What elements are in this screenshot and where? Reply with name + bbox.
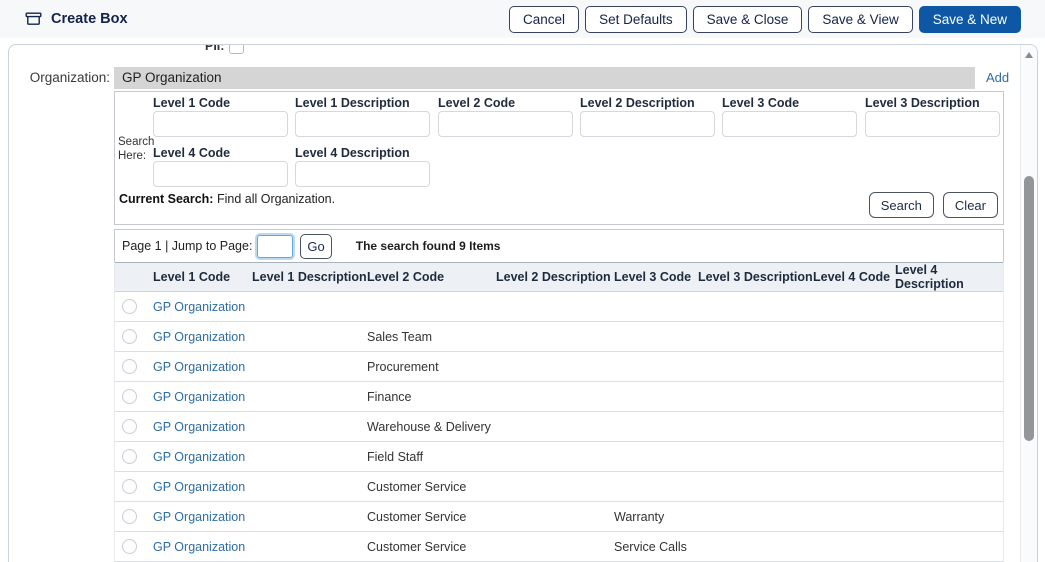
top-toolbar: Create Box Cancel Set Defaults Save & Cl… — [0, 0, 1045, 38]
table-row: GP Organization Customer Service Warrant… — [115, 502, 1003, 532]
level3-description-input[interactable] — [865, 111, 1000, 137]
vertical-scrollbar[interactable] — [1020, 45, 1037, 562]
table-row: GP Organization Procurement — [115, 352, 1003, 382]
row-radio[interactable] — [122, 479, 137, 494]
table-row: GP Organization Field Staff — [115, 442, 1003, 472]
row-radio[interactable] — [122, 419, 137, 434]
org-link[interactable]: GP Organization — [153, 450, 245, 464]
field-level1-description: Level 1 Description — [295, 96, 431, 137]
radio-column-header — [115, 263, 153, 292]
org-link[interactable]: GP Organization — [153, 420, 245, 434]
clear-button[interactable]: Clear — [943, 192, 998, 218]
create-box-panel: PII: Organization: GP Organization Add S… — [8, 44, 1038, 562]
page-title-wrap: Create Box — [25, 11, 128, 27]
field-level2-description: Level 2 Description — [580, 96, 716, 137]
table-row: GP Organization Warehouse & Delivery — [115, 412, 1003, 442]
save-and-view-button[interactable]: Save & View — [808, 6, 912, 33]
level1-description-input[interactable] — [295, 111, 430, 137]
action-buttons: Cancel Set Defaults Save & Close Save & … — [509, 6, 1021, 33]
level2-code-input[interactable] — [438, 111, 573, 137]
table-row: GP Organization Finance — [115, 382, 1003, 412]
field-level3-code: Level 3 Code — [722, 96, 858, 137]
row-radio[interactable] — [122, 359, 137, 374]
row-radio[interactable] — [122, 389, 137, 404]
organization-value-bar: GP Organization — [114, 67, 975, 89]
results-table: Level 1 Code Level 1 Description Level 2… — [114, 262, 1004, 562]
field-level4-code: Level 4 Code — [153, 146, 289, 187]
row-radio[interactable] — [122, 509, 137, 524]
field-level2-code: Level 2 Code — [438, 96, 574, 137]
org-link[interactable]: GP Organization — [153, 480, 245, 494]
save-and-close-button[interactable]: Save & Close — [693, 6, 803, 33]
table-header-row: Level 1 Code Level 1 Description Level 2… — [115, 263, 1003, 292]
row-radio[interactable] — [122, 329, 137, 344]
scrollbar-thumb[interactable] — [1024, 176, 1034, 441]
organization-search-box: Search Here: Level 1 Code Level 1 Descri… — [114, 91, 1004, 225]
row-radio[interactable] — [122, 539, 137, 554]
scroll-up-icon[interactable] — [1025, 52, 1033, 58]
save-and-new-button[interactable]: Save & New — [919, 6, 1021, 33]
page-jump-label: Page 1 | Jump to Page: — [122, 239, 252, 253]
jump-to-page-input[interactable] — [257, 235, 293, 258]
set-defaults-button[interactable]: Set Defaults — [585, 6, 687, 33]
search-here-label: Search Here: — [118, 135, 154, 163]
table-row: GP Organization Customer Service — [115, 472, 1003, 502]
go-button[interactable]: Go — [300, 234, 331, 259]
org-link[interactable]: GP Organization — [153, 300, 245, 314]
table-row: GP Organization Customer Service Service… — [115, 532, 1003, 562]
cancel-button[interactable]: Cancel — [509, 6, 579, 33]
organization-label: Organization: — [9, 67, 110, 89]
level4-code-input[interactable] — [153, 161, 288, 187]
add-link[interactable]: Add — [986, 67, 1009, 89]
pii-label: PII: — [205, 44, 224, 54]
pii-checkbox[interactable] — [229, 44, 244, 54]
current-search-text: Current Search: Find all Organization. — [119, 192, 335, 206]
org-link[interactable]: GP Organization — [153, 390, 245, 404]
row-radio[interactable] — [122, 449, 137, 464]
org-link[interactable]: GP Organization — [153, 330, 245, 344]
pii-field-row: PII: — [205, 44, 244, 54]
org-link[interactable]: GP Organization — [153, 540, 245, 554]
table-row: GP Organization Sales Team — [115, 322, 1003, 352]
pager-row: Page 1 | Jump to Page: Go The search fou… — [114, 229, 1004, 263]
level1-code-input[interactable] — [153, 111, 288, 137]
org-link[interactable]: GP Organization — [153, 510, 245, 524]
field-level3-description: Level 3 Description — [865, 96, 1001, 137]
field-level1-code: Level 1 Code — [153, 96, 289, 137]
search-button[interactable]: Search — [869, 192, 934, 218]
org-link[interactable]: GP Organization — [153, 360, 245, 374]
row-radio[interactable] — [122, 299, 137, 314]
box-icon — [25, 11, 42, 27]
level4-description-input[interactable] — [295, 161, 430, 187]
level2-description-input[interactable] — [580, 111, 715, 137]
page-title: Create Box — [51, 11, 128, 27]
search-buttons: Search Clear — [869, 192, 998, 218]
level3-code-input[interactable] — [722, 111, 857, 137]
table-row: GP Organization — [115, 292, 1003, 322]
search-result-count: The search found 9 Items — [356, 239, 501, 253]
field-level4-description: Level 4 Description — [295, 146, 431, 187]
